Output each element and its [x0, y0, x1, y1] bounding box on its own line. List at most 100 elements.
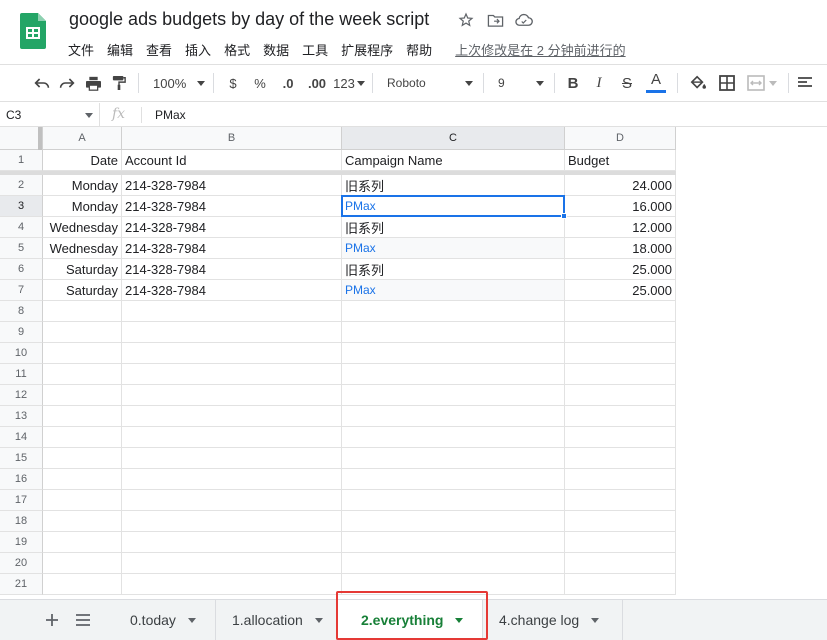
data-cell-c2[interactable]: 旧系列 [342, 175, 565, 196]
data-cell-a4[interactable]: Wednesday [43, 217, 122, 238]
increase-decimal-button[interactable]: .00 [302, 69, 332, 97]
cell[interactable] [565, 553, 676, 574]
row-header-15[interactable]: 15 [0, 448, 43, 469]
menu-insert[interactable]: 插入 [185, 40, 211, 59]
select-all-corner[interactable] [0, 127, 43, 150]
header-cell-d[interactable]: Budget [565, 150, 676, 171]
data-cell-d2[interactable]: 24.000 [565, 175, 676, 196]
paint-format-icon[interactable] [106, 69, 132, 97]
cell[interactable] [565, 490, 676, 511]
menu-edit[interactable]: 编辑 [107, 40, 133, 59]
merge-cells-icon[interactable] [742, 69, 782, 97]
cell[interactable] [342, 364, 565, 385]
data-cell-a2[interactable]: Monday [43, 175, 122, 196]
cell[interactable] [342, 448, 565, 469]
tab-4-change-log[interactable]: 4.change log [483, 600, 623, 640]
redo-icon[interactable] [54, 69, 80, 97]
frozen-row-divider[interactable] [0, 171, 676, 175]
data-cell-b2[interactable]: 214-328-7984 [122, 175, 342, 196]
cell[interactable] [565, 532, 676, 553]
data-cell-c7[interactable]: PMax [342, 280, 565, 301]
cell[interactable] [122, 553, 342, 574]
data-cell-c6[interactable]: 旧系列 [342, 259, 565, 280]
percent-format-button[interactable]: % [246, 69, 274, 97]
cloud-status-icon[interactable] [515, 11, 533, 29]
column-header-b[interactable]: B [122, 127, 342, 150]
cell[interactable] [565, 469, 676, 490]
name-box[interactable]: C3 [0, 103, 100, 127]
cell[interactable] [122, 427, 342, 448]
menu-format[interactable]: 格式 [224, 40, 250, 59]
cell[interactable] [122, 406, 342, 427]
undo-icon[interactable] [30, 69, 54, 97]
font-size-select[interactable]: 9 [490, 69, 548, 97]
data-cell-c4[interactable]: 旧系列 [342, 217, 565, 238]
row-header-11[interactable]: 11 [0, 364, 43, 385]
row-header-21[interactable]: 21 [0, 574, 43, 595]
cell[interactable] [565, 427, 676, 448]
row-header-18[interactable]: 18 [0, 511, 43, 532]
fill-handle[interactable] [561, 213, 567, 219]
column-header-a[interactable]: A [43, 127, 122, 150]
cell[interactable] [342, 469, 565, 490]
decrease-decimal-button[interactable]: .0 [274, 69, 302, 97]
row-header-14[interactable]: 14 [0, 427, 43, 448]
star-icon[interactable] [457, 11, 475, 29]
row-header-19[interactable]: 19 [0, 532, 43, 553]
print-icon[interactable] [80, 69, 106, 97]
move-folder-icon[interactable] [486, 11, 504, 29]
cell[interactable] [122, 532, 342, 553]
column-header-c[interactable]: C [342, 127, 565, 150]
cell[interactable] [43, 406, 122, 427]
fill-color-icon[interactable] [684, 69, 712, 97]
cell[interactable] [43, 364, 122, 385]
header-cell-c[interactable]: Campaign Name [342, 150, 565, 171]
cell[interactable] [565, 322, 676, 343]
more-formats-select[interactable]: 123 [332, 69, 366, 97]
menu-extensions[interactable]: 扩展程序 [341, 40, 393, 59]
data-cell-b3[interactable]: 214-328-7984 [122, 196, 342, 217]
cell[interactable] [43, 469, 122, 490]
row-header-9[interactable]: 9 [0, 322, 43, 343]
data-cell-d3[interactable]: 16.000 [565, 196, 676, 217]
cell[interactable] [342, 490, 565, 511]
currency-format-button[interactable]: $ [220, 69, 246, 97]
row-header-8[interactable]: 8 [0, 301, 43, 322]
cell[interactable] [43, 301, 122, 322]
row-header-13[interactable]: 13 [0, 406, 43, 427]
row-header-5[interactable]: 5 [0, 238, 43, 259]
data-cell-d4[interactable]: 12.000 [565, 217, 676, 238]
data-cell-a6[interactable]: Saturday [43, 259, 122, 280]
row-header-6[interactable]: 6 [0, 259, 43, 280]
row-header-20[interactable]: 20 [0, 553, 43, 574]
data-cell-a5[interactable]: Wednesday [43, 238, 122, 259]
row-header-12[interactable]: 12 [0, 385, 43, 406]
cell[interactable] [122, 574, 342, 595]
menu-data[interactable]: 数据 [263, 40, 289, 59]
cell[interactable] [43, 343, 122, 364]
font-family-select[interactable]: Roboto [379, 69, 477, 97]
data-cell-b6[interactable]: 214-328-7984 [122, 259, 342, 280]
cell[interactable] [342, 406, 565, 427]
bold-button[interactable]: B [561, 69, 585, 97]
row-header-2[interactable]: 2 [0, 175, 43, 196]
cell[interactable] [565, 364, 676, 385]
zoom-select[interactable]: 100% [145, 69, 207, 97]
data-cell-b5[interactable]: 214-328-7984 [122, 238, 342, 259]
sheets-logo-icon[interactable] [20, 13, 46, 49]
cell[interactable] [565, 448, 676, 469]
data-cell-a3[interactable]: Monday [43, 196, 122, 217]
cell[interactable] [122, 385, 342, 406]
cell[interactable] [342, 343, 565, 364]
cell[interactable] [122, 490, 342, 511]
cell[interactable] [43, 532, 122, 553]
data-cell-d7[interactable]: 25.000 [565, 280, 676, 301]
cell[interactable] [122, 511, 342, 532]
last-edit-link[interactable]: 上次修改是在 2 分钟前进行的 [455, 40, 625, 59]
borders-icon[interactable] [712, 69, 742, 97]
text-color-button[interactable]: A [641, 69, 671, 97]
header-cell-b[interactable]: Account Id [122, 150, 342, 171]
cell[interactable] [565, 406, 676, 427]
sheet-grid[interactable]: A B C D 1 Date Account Id Campaign Name Budget 2 M… [0, 127, 827, 599]
cell[interactable] [342, 511, 565, 532]
